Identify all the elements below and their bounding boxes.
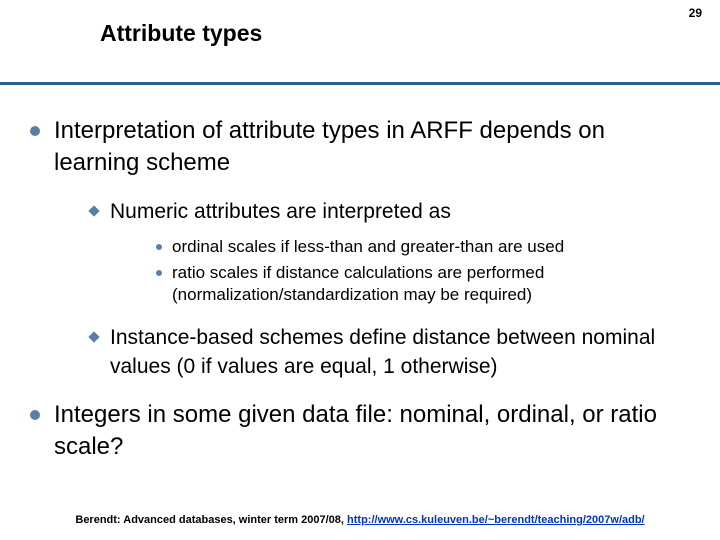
disc-bullet-icon [30,126,40,136]
slide: 29 Attribute types Interpretation of att… [0,0,720,540]
bullet-level2: Numeric attributes are interpreted as [90,198,690,226]
footer-prefix: Berendt: Advanced databases, winter term… [75,514,347,526]
bullet-text: Numeric attributes are interpreted as [110,198,451,226]
slide-footer: Berendt: Advanced databases, winter term… [0,514,720,526]
disc-bullet-icon [30,410,40,420]
bullet-text: Integers in some given data file: nomina… [54,399,690,464]
bullet-text: Interpretation of attribute types in ARF… [54,115,690,180]
diamond-bullet-icon [88,205,99,216]
slide-content: Interpretation of attribute types in ARF… [0,85,720,464]
small-disc-bullet-icon [156,244,162,250]
footer-link[interactable]: http://www.cs.kuleuven.be/~berendt/teach… [347,514,645,526]
bullet-level2: Instance-based schemes define distance b… [90,324,690,381]
bullet-level1: Interpretation of attribute types in ARF… [30,115,690,180]
bullet-level3: ordinal scales if less-than and greater-… [156,236,690,258]
bullet-level3: ratio scales if distance calculations ar… [156,262,690,306]
diamond-bullet-icon [88,332,99,343]
slide-title: Attribute types [100,20,720,47]
slide-header: 29 Attribute types [0,0,720,70]
bullet-text: ratio scales if distance calculations ar… [172,262,690,306]
small-disc-bullet-icon [156,270,162,276]
bullet-level1: Integers in some given data file: nomina… [30,399,690,464]
bullet-text: Instance-based schemes define distance b… [110,324,690,381]
page-number: 29 [689,6,702,20]
bullet-text: ordinal scales if less-than and greater-… [172,236,564,258]
